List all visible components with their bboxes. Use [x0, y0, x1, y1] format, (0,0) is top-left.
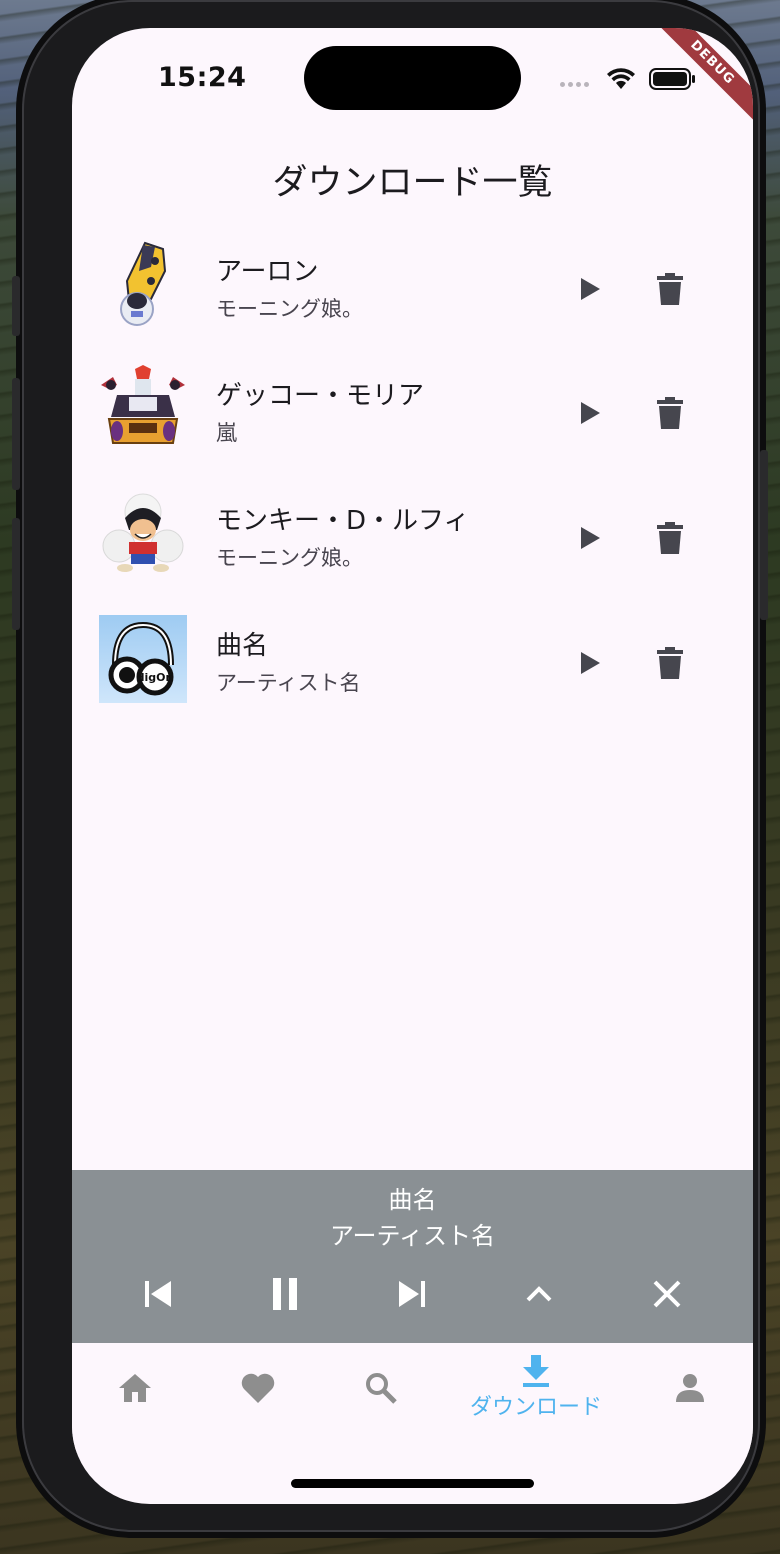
list-item[interactable]: アーロン モーニング娘。 — [72, 233, 753, 343]
nav-home[interactable] — [75, 1343, 195, 1433]
song-title: 曲名 — [216, 631, 269, 661]
delete-button[interactable] — [650, 516, 690, 560]
song-title: ゲッコー・モリア — [216, 381, 425, 411]
artist-name: アーティスト名 — [216, 671, 361, 695]
close-icon — [653, 1280, 681, 1308]
trash-icon — [657, 273, 683, 305]
delete-button[interactable] — [650, 391, 690, 435]
play-icon — [581, 402, 600, 424]
play-icon — [581, 278, 600, 300]
now-playing-title: 曲名 — [388, 1186, 437, 1214]
now-playing-artist: アーティスト名 — [329, 1222, 496, 1250]
play-button[interactable] — [570, 269, 610, 309]
skip-next-icon — [399, 1281, 425, 1307]
download-icon — [523, 1355, 549, 1387]
skip-previous-icon — [145, 1281, 171, 1307]
skip-next-button[interactable] — [388, 1270, 436, 1318]
page-title: ダウンロード一覧 — [272, 163, 553, 203]
nav-favorites[interactable] — [198, 1343, 318, 1433]
person-icon — [676, 1374, 704, 1402]
nav-profile[interactable] — [630, 1343, 750, 1433]
delete-button[interactable] — [650, 267, 690, 311]
mini-player[interactable]: 曲名 アーティスト名 — [72, 1170, 753, 1343]
close-button[interactable] — [643, 1270, 691, 1318]
aaron-art — [99, 241, 187, 329]
home-indicator — [291, 1479, 534, 1488]
nav-search[interactable] — [321, 1343, 441, 1433]
battery-icon — [649, 68, 695, 90]
trash-icon — [657, 397, 683, 429]
cellular-signal-icon — [560, 82, 589, 87]
artist-name: 嵐 — [216, 421, 237, 445]
digon-art: digOn — [99, 615, 187, 703]
moria-art — [99, 365, 187, 453]
bottom-navigation: ダウンロード — [72, 1343, 753, 1453]
home-icon — [119, 1374, 151, 1402]
play-icon — [581, 527, 600, 549]
wifi-icon — [607, 68, 635, 89]
play-button[interactable] — [570, 518, 610, 558]
delete-button[interactable] — [650, 641, 690, 685]
pause-icon — [273, 1278, 297, 1310]
list-item[interactable]: モンキー・D・ルフィ モーニング娘。 — [72, 482, 753, 592]
nav-downloads-label: ダウンロード — [470, 1395, 603, 1420]
play-icon — [581, 652, 600, 674]
list-item[interactable]: ゲッコー・モリア 嵐 — [72, 357, 753, 467]
trash-icon — [657, 647, 683, 679]
expand-button[interactable] — [515, 1270, 563, 1318]
nav-downloads[interactable]: ダウンロード — [470, 1343, 602, 1433]
app-screen: 15:24 DEBUG ダウンロード一覧 アーロン モーニング娘。 ゲッコー・モ… — [72, 28, 753, 1504]
search-icon — [366, 1373, 397, 1404]
svg-text:digOn: digOn — [137, 671, 174, 684]
luffy-art — [99, 490, 187, 578]
list-item[interactable]: digOn 曲名 アーティスト名 — [72, 607, 753, 717]
pause-button[interactable] — [261, 1270, 309, 1318]
song-title: アーロン — [216, 257, 319, 287]
play-button[interactable] — [570, 393, 610, 433]
phone-frame: 15:24 DEBUG ダウンロード一覧 アーロン モーニング娘。 ゲッコー・モ… — [12, 0, 768, 1532]
status-time: 15:24 — [158, 62, 247, 93]
play-button[interactable] — [570, 643, 610, 683]
expand-up-icon — [526, 1286, 552, 1302]
heart-icon — [241, 1373, 275, 1403]
trash-icon — [657, 522, 683, 554]
artist-name: モーニング娘。 — [216, 546, 363, 570]
skip-previous-button[interactable] — [134, 1270, 182, 1318]
artist-name: モーニング娘。 — [216, 297, 363, 321]
song-title: モンキー・D・ルフィ — [216, 506, 470, 536]
dynamic-island — [304, 46, 521, 110]
